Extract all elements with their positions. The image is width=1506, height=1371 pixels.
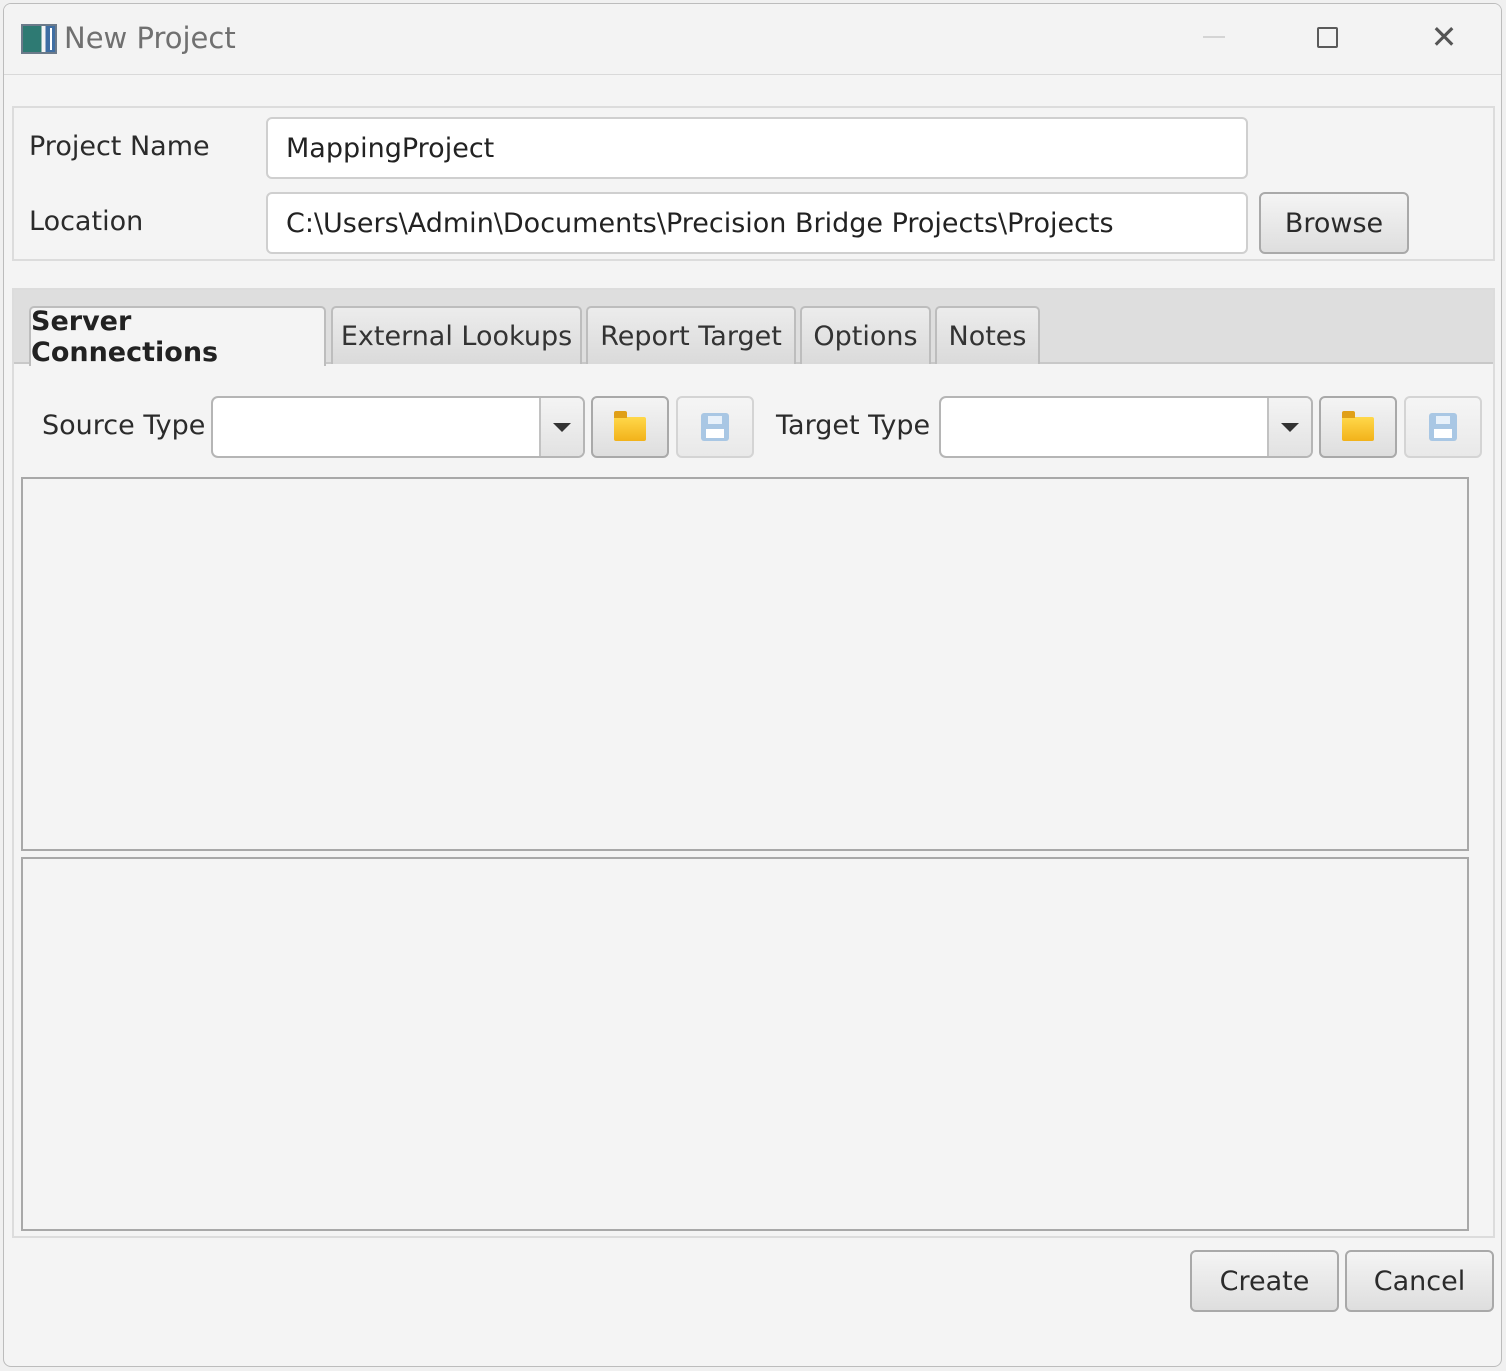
title-bar: New Project ✕ (4, 4, 1501, 75)
tab-report-target[interactable]: Report Target (586, 306, 796, 364)
source-save-button[interactable] (676, 396, 754, 458)
target-save-button[interactable] (1404, 396, 1482, 458)
target-type-select[interactable] (939, 396, 1313, 458)
project-name-label: Project Name (29, 131, 210, 162)
source-connection-panel (21, 477, 1469, 851)
location-label: Location (29, 206, 144, 237)
app-icon (21, 24, 57, 54)
floppy-disk-icon (1429, 413, 1457, 441)
browse-button[interactable]: Browse (1259, 192, 1409, 254)
maximize-button[interactable] (1297, 14, 1357, 60)
chevron-down-icon (553, 422, 571, 432)
close-button[interactable]: ✕ (1414, 14, 1474, 60)
source-type-label: Source Type (42, 410, 206, 441)
source-open-button[interactable] (591, 396, 669, 458)
folder-icon (614, 411, 646, 441)
tab-external-lookups[interactable]: External Lookups (331, 306, 582, 364)
project-info-group: Project Name MappingProject Location C:\… (12, 106, 1495, 261)
chevron-down-icon (1281, 422, 1299, 432)
target-connection-panel (21, 857, 1469, 1231)
tab-server-connections[interactable]: Server Connections (29, 306, 326, 368)
source-type-dropdown-arrow[interactable] (539, 398, 583, 456)
minimize-button[interactable] (1184, 14, 1244, 60)
project-name-input[interactable]: MappingProject (266, 117, 1248, 179)
create-button[interactable]: Create (1190, 1250, 1339, 1312)
close-icon: ✕ (1430, 18, 1458, 56)
target-open-button[interactable] (1319, 396, 1397, 458)
location-input[interactable]: C:\Users\Admin\Documents\Precision Bridg… (266, 192, 1248, 254)
new-project-dialog: New Project ✕ Project Name MappingProjec… (3, 3, 1502, 1367)
floppy-disk-icon (701, 413, 729, 441)
minimize-icon (1203, 36, 1225, 38)
target-type-dropdown-arrow[interactable] (1267, 398, 1311, 456)
tab-options[interactable]: Options (800, 306, 931, 364)
tab-notes[interactable]: Notes (935, 306, 1040, 364)
maximize-icon (1316, 26, 1338, 48)
window-title: New Project (64, 21, 236, 55)
folder-icon (1342, 411, 1374, 441)
cancel-button[interactable]: Cancel (1345, 1250, 1494, 1312)
tab-header: Server Connections External Lookups Repo… (14, 290, 1493, 368)
source-type-select[interactable] (211, 396, 585, 458)
project-tabs: Server Connections External Lookups Repo… (12, 288, 1495, 1238)
target-type-label: Target Type (776, 410, 931, 441)
